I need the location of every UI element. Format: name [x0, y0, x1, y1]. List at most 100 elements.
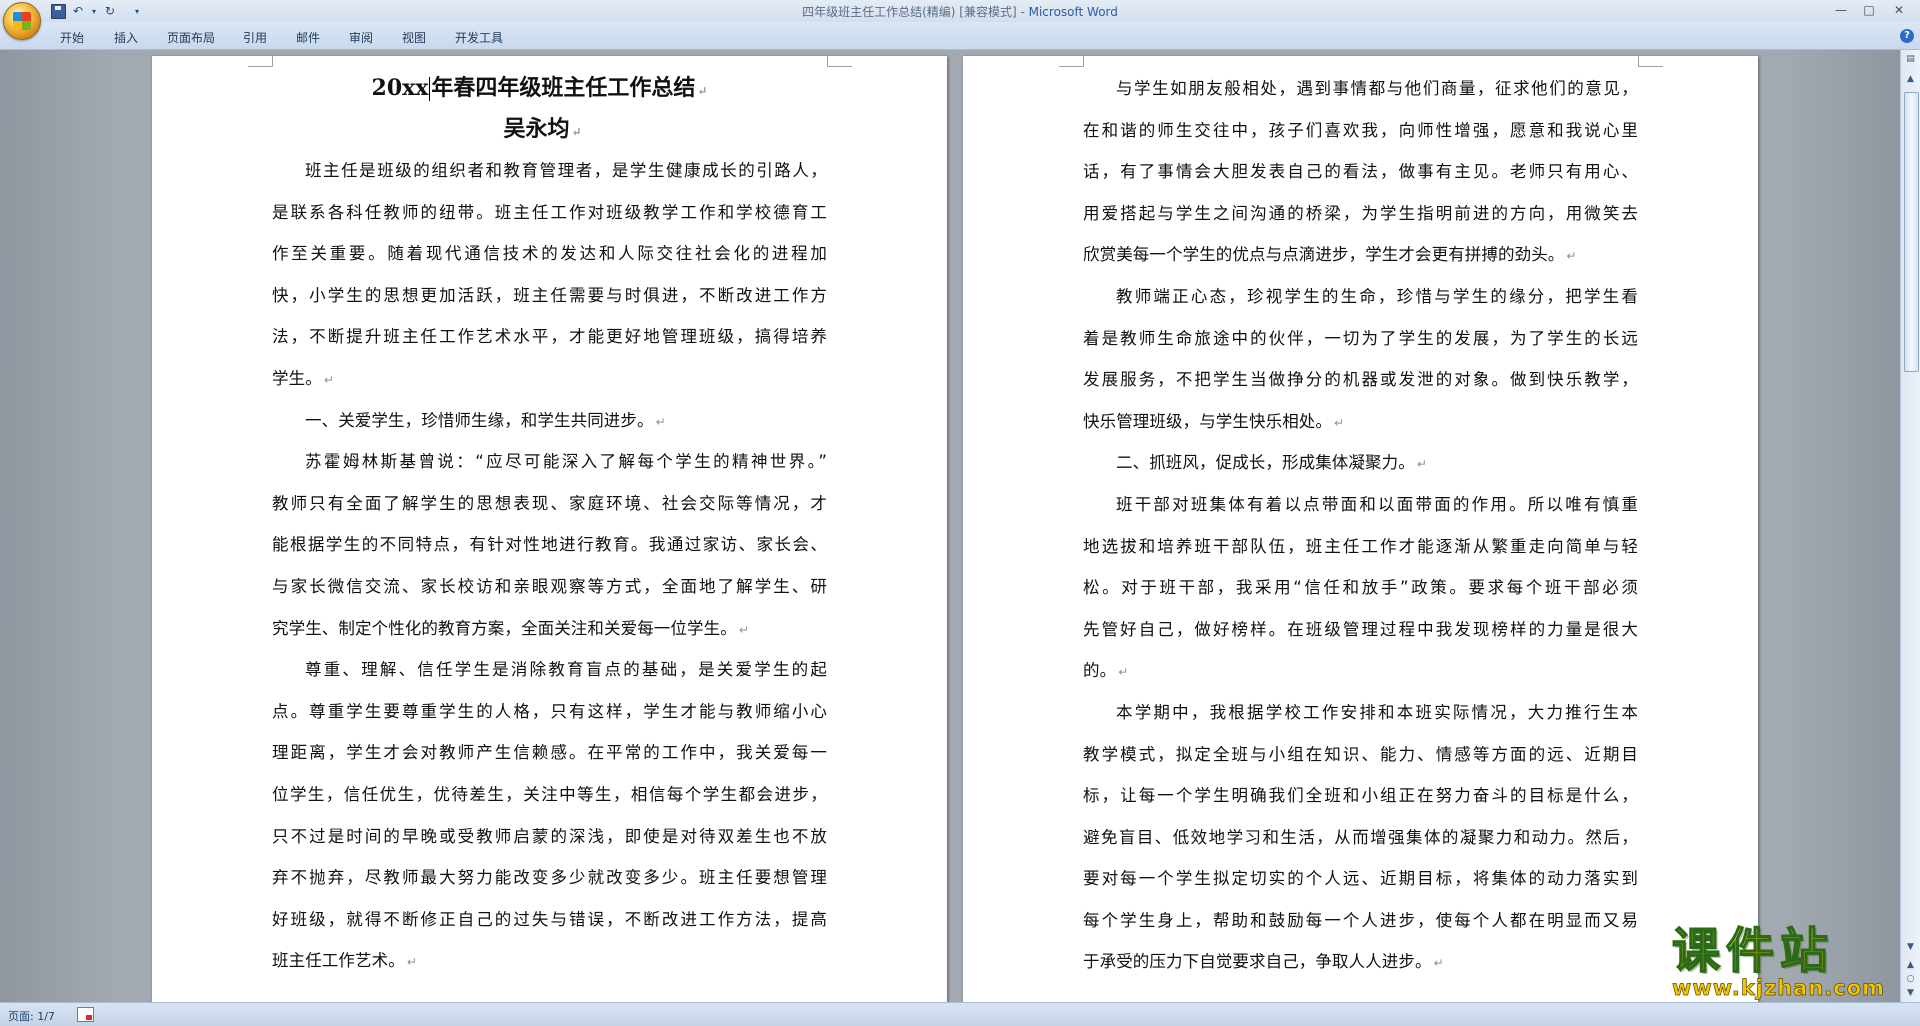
paragraph-mark-icon: ↵: [1566, 249, 1577, 264]
line-text: 松。对于班干部，我采用“信任和放手”政策。要求每个班干部必须: [1083, 578, 1638, 598]
tab-view[interactable]: 视图: [402, 29, 426, 46]
line-text: 法，不断提升班主任工作艺术水平，才能更好地管理班级，搞得培养: [272, 327, 827, 347]
text-line: 教师端正心态，珍视学生的生命，珍惜与学生的缘分，把学生看: [1083, 276, 1638, 318]
previous-page-button[interactable]: ▲: [1903, 958, 1918, 972]
line-text: 与家长微信交流、家长校访和亲眼观察等方式，全面地了解学生、研: [272, 576, 827, 596]
scroll-down-button[interactable]: ▼: [1903, 940, 1918, 954]
office-button[interactable]: [3, 2, 41, 40]
paragraph-mark-icon: ↵: [1433, 956, 1444, 971]
text-line: 理距离，学生才会对教师产生信赖感。在平常的工作中，我关爱每一: [272, 732, 827, 774]
select-browse-object-button[interactable]: ○: [1903, 972, 1918, 986]
paragraph-mark-icon: ↵: [1118, 665, 1129, 680]
text-line: 一、关爱学生，珍惜师生缘，和学生共同进步。 ↵: [272, 400, 827, 442]
scroll-thumb[interactable]: [1904, 92, 1919, 372]
line-text: 要对每一个学生拟定切实的个人远、近期目标，将集体的动力落实到: [1083, 869, 1638, 889]
line-text: 的。: [1083, 661, 1117, 681]
margin-corner-mark: [1638, 50, 1663, 67]
close-button[interactable]: ✕: [1888, 2, 1910, 18]
tab-references[interactable]: 引用: [243, 29, 267, 46]
minimize-button[interactable]: —: [1830, 2, 1852, 18]
text-line: 欣赏美每一个学生的优点与点滴进步，学生才会更有拼搏的劲头。 ↵: [1083, 234, 1638, 276]
browse-object-icon: ○: [1906, 974, 1915, 984]
line-text: 快，小学生的思想更加活跃，班主任需要与时俱进，不断改进工作方: [272, 285, 827, 305]
ruler-icon: ▤: [1906, 54, 1915, 64]
text-line: 地选拔和培养班干部队伍，班主任工作才能逐渐从繁重走向简单与轻: [1083, 526, 1638, 568]
line-text: 快乐管理班级，与学生快乐相处。: [1083, 411, 1332, 431]
text-line: 于承受的压力下自觉要求自己，争取人人进步。 ↵: [1083, 941, 1638, 983]
margin-corner-mark: [1059, 50, 1084, 67]
page-body: 与学生如朋友般相处，遇到事情都与他们商量，征求他们的意见， 在和谐的师生交往中，孩…: [1083, 68, 1638, 983]
line-text: 与学生如朋友般相处，遇到事情都与他们商量，征求他们的意见，: [1116, 79, 1638, 98]
tab-review[interactable]: 审阅: [349, 29, 373, 46]
app-name: Microsoft Word: [1028, 5, 1118, 19]
title-bar: ↶ ▾ ↻ ▾ 四年级班主任工作总结(精编) [兼容模式] - Microsof…: [0, 0, 1920, 40]
ruler-toggle-button[interactable]: ▤: [1903, 52, 1918, 66]
text-line: 位学生，信任优生，优待差生，关注中等生，相信每个学生都会进步，: [272, 774, 827, 816]
text-line: 好班级，就得不断修正自己的过失与错误，不断改进工作方法，提高: [272, 899, 827, 941]
line-text: 班主任工作艺术。: [272, 951, 405, 971]
text-line: 能根据学生的不同特点，有针对性地进行教育。我通过家访、家长会、: [272, 524, 827, 566]
document-area[interactable]: 20xx 年春四年级班主任工作总结 ↵ 吴永均 ↵ 班主任是班级的组织者和教育管理者，…: [0, 50, 1900, 1002]
line-text: 是联系各科任教师的纽带。班主任工作对班级教学工作和学校德育工: [272, 202, 827, 222]
paragraph-mark-icon: ↵: [1334, 415, 1345, 430]
line-text: 本学期中，我根据学校工作安排和本班实际情况，大力推行生本: [1116, 702, 1638, 722]
paragraph-lines: 与学生如朋友般相处，遇到事情都与他们商量，征求他们的意见， 在和谐的师生交往中，孩…: [1083, 68, 1638, 983]
line-text: 弃不抛弃，尽教师最大努力能改变多少就改变多少。班主任要想管理: [272, 868, 827, 888]
line-text: 理距离，学生才会对教师产生信赖感。在平常的工作中，我关爱每一: [272, 743, 827, 763]
help-icon[interactable]: ?: [1900, 29, 1914, 43]
maximize-button[interactable]: □: [1858, 2, 1880, 18]
text-line: 快乐管理班级，与学生快乐相处。 ↵: [1083, 401, 1638, 443]
paragraph-mark-icon: ↵: [1416, 457, 1427, 472]
scroll-up-button[interactable]: ▲: [1903, 72, 1918, 86]
paragraph-lines: 班主任是班级的组织者和教育管理者，是学生健康成长的引路人， 是联系各科任教师的纽带…: [272, 150, 827, 982]
tab-developer[interactable]: 开发工具: [455, 29, 503, 46]
paragraph-mark-icon: ↵: [406, 955, 417, 970]
line-text: 二、抓班风，促成长，形成集体凝聚力。: [1116, 453, 1415, 473]
margin-corner-mark: [827, 50, 852, 67]
page-number-status[interactable]: 页面: 1/7: [8, 1008, 55, 1024]
text-line: 究学生、制定个性化的教育方案，全面关注和关爱每一位学生。 ↵: [272, 608, 827, 650]
tab-page-layout[interactable]: 页面布局: [167, 29, 215, 46]
line-text: 话，有了事情会大胆发表自己的看法，做事有主见。老师只有用心、: [1083, 162, 1638, 182]
text-line: 弃不抛弃，尽教师最大努力能改变多少就改变多少。班主任要想管理: [272, 857, 827, 899]
arrow-down-icon: ▼: [1907, 942, 1914, 952]
line-text: 在和谐的师生交往中，孩子们喜欢我，向师性增强，愿意和我说心里: [1083, 120, 1638, 140]
text-line: 快，小学生的思想更加活跃，班主任需要与时俱进，不断改进工作方: [272, 275, 827, 317]
text-line: 教师只有全面了解学生的思想表现、家庭环境、社会交际等情况，才: [272, 483, 827, 525]
paragraph-mark-icon: ↵: [323, 372, 334, 387]
document-author: 吴永均 ↵: [503, 116, 582, 142]
tab-home[interactable]: 开始: [60, 29, 84, 46]
line-text: 班干部对班集体有着以点带面和以面带面的作用。所以唯有慎重: [1116, 494, 1638, 514]
line-text: 点。尊重学生要尊重学生的人格，只有这样，学生才能与教师缩小心: [272, 701, 827, 721]
line-text: 只不过是时间的早晚或受教师启蒙的深浅，即使是对待双差生也不放: [272, 826, 827, 846]
text-line: 苏霍姆林斯基曾说：“应尽可能深入了解每个学生的精神世界。”: [272, 441, 827, 483]
paragraph-mark-icon: ↵: [738, 622, 749, 637]
text-line: 本学期中，我根据学校工作安排和本班实际情况，大力推行生本: [1083, 692, 1638, 734]
ribbon-tabs: 开始 插入 页面布局 引用 邮件 审阅 视图 开发工具 ?: [0, 22, 1920, 50]
text-line: 尊重、理解、信任学生是消除教育盲点的基础，是关爱学生的起: [272, 649, 827, 691]
text-line: 着是教师生命旅途中的伙伴，一切为了学生的发展，为了学生的长远: [1083, 318, 1638, 360]
tab-insert[interactable]: 插入: [114, 29, 138, 46]
paragraph-mark-icon: ↵: [655, 414, 666, 429]
office-logo-icon: [13, 12, 31, 30]
proofing-errors-icon[interactable]: [77, 1007, 94, 1022]
document-page-1[interactable]: 20xx 年春四年级班主任工作总结 ↵ 吴永均 ↵ 班主任是班级的组织者和教育管理者，…: [152, 50, 947, 1002]
next-page-button[interactable]: ▼: [1903, 986, 1918, 1000]
text-line: 法，不断提升班主任工作艺术水平，才能更好地管理班级，搞得培养: [272, 316, 827, 358]
text-line: 先管好自己，做好榜样。在班级管理过程中我发现榜样的力量是很大: [1083, 609, 1638, 651]
line-text: 每个学生身上，帮助和鼓励每一个人进步，使每个人都在明显而又易: [1083, 910, 1638, 930]
watermark-title: 课件站: [1671, 924, 1902, 978]
document-page-2[interactable]: 与学生如朋友般相处，遇到事情都与他们商量，征求他们的意见， 在和谐的师生交往中，孩…: [963, 50, 1758, 1002]
text-line: 的。 ↵: [1083, 650, 1638, 692]
text-line: 与学生如朋友般相处，遇到事情都与他们商量，征求他们的意见，: [1083, 68, 1638, 110]
line-text: 一、关爱学生，珍惜师生缘，和学生共同进步。: [305, 410, 654, 430]
tab-mailings[interactable]: 邮件: [296, 29, 320, 46]
text-line: 每个学生身上，帮助和鼓励每一个人进步，使每个人都在明显而又易: [1083, 900, 1638, 942]
text-line: 作至关重要。随着现代通信技术的发达和人际交往社会化的进程加: [272, 233, 827, 275]
close-icon: ✕: [1893, 3, 1905, 17]
vertical-scrollbar[interactable]: ▤ ▲ ▼ ▲ ○ ▼: [1900, 50, 1920, 1002]
double-up-icon: ▲: [1907, 960, 1914, 970]
line-text: 尊重、理解、信任学生是消除教育盲点的基础，是关爱学生的起: [305, 660, 827, 680]
text-line: 班主任是班级的组织者和教育管理者，是学生健康成长的引路人，: [272, 150, 827, 192]
text-line: 是联系各科任教师的纽带。班主任工作对班级教学工作和学校德育工: [272, 192, 827, 234]
